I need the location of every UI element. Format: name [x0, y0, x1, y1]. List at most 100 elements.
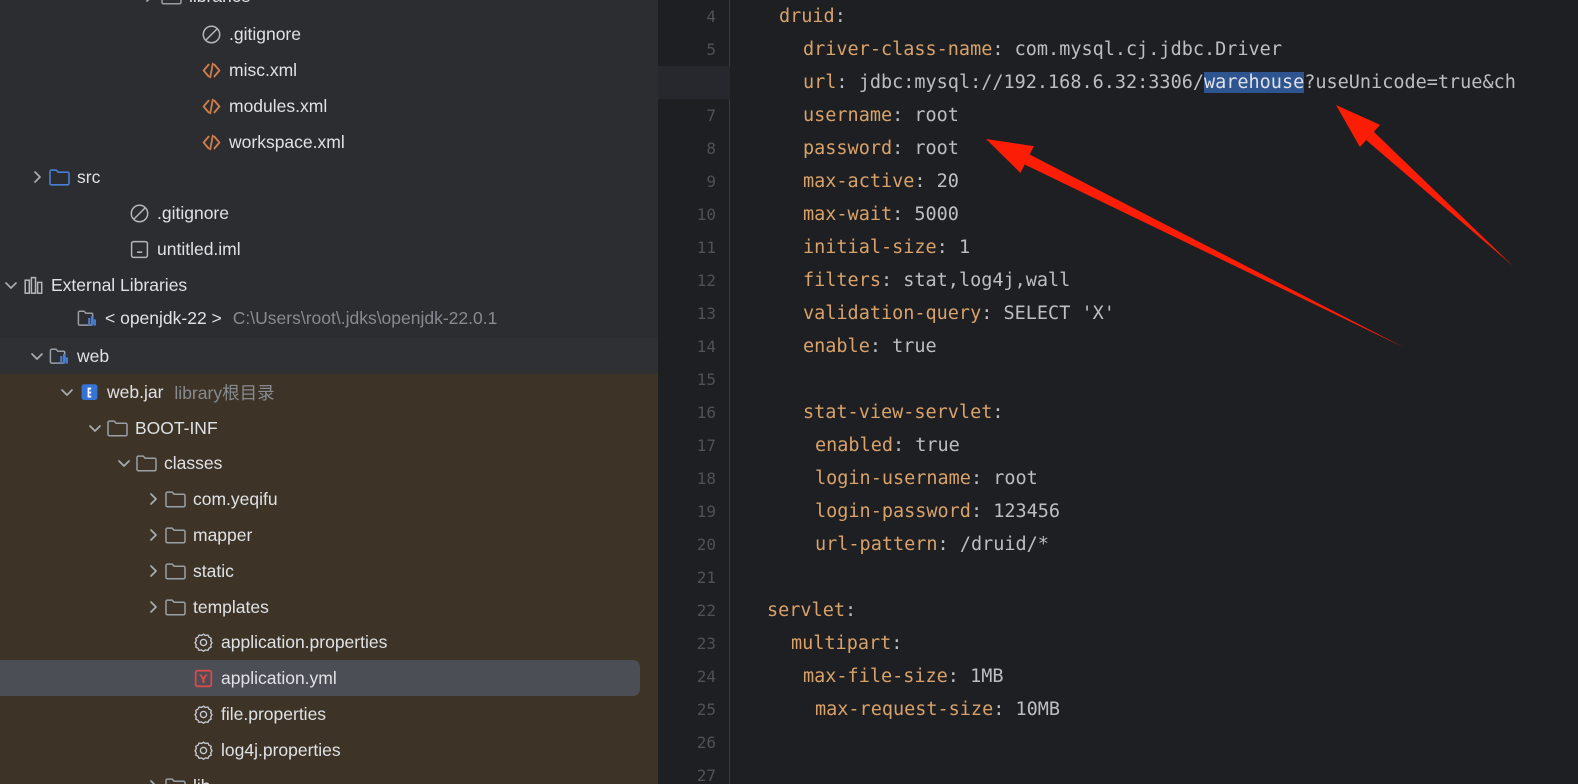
yaml-separator: : [937, 534, 960, 555]
code-line[interactable]: validation-query: SELECT 'X' [730, 297, 1578, 330]
xml-file-icon [200, 131, 223, 154]
tree-item-gitignore[interactable]: .gitignore [0, 16, 658, 52]
line-number: 19 [696, 502, 716, 521]
tree-item-sublabel: C:\Users\root\.jdks\openjdk-22.0.1 [232, 307, 498, 328]
code-line[interactable]: stat-view-servlet: [730, 396, 1578, 429]
tree-item-label: misc.xml [229, 59, 298, 80]
code-line[interactable]: username: root [730, 99, 1578, 132]
yaml-key: url [803, 72, 837, 93]
chevron-down-icon[interactable] [84, 417, 106, 439]
code-line[interactable]: max-active: 20 [730, 165, 1578, 198]
chevron-right-icon[interactable] [142, 596, 164, 618]
tree-item-untitled-iml[interactable]: untitled.iml [0, 231, 658, 267]
chevron-right-icon[interactable] [26, 166, 48, 188]
tree-item-boot-inf[interactable]: BOOT-INF [0, 410, 658, 446]
line-number: 5 [706, 40, 716, 59]
text-selection[interactable]: warehouse [1203, 72, 1305, 93]
yaml-value: /druid/* [959, 534, 1049, 555]
yaml-key: max-file-size [803, 666, 948, 687]
tree-item-modules-xml[interactable]: modules.xml [0, 88, 658, 124]
external-libraries-icon [22, 274, 45, 297]
tree-item-external-libraries[interactable]: External Libraries [0, 267, 658, 303]
tree-item-misc-xml[interactable]: misc.xml [0, 52, 658, 88]
tree-item-file-properties[interactable]: file.properties [0, 696, 658, 732]
code-line[interactable]: servlet: [730, 594, 1578, 627]
tree-item-log4j-properties[interactable]: log4j.properties [0, 732, 658, 768]
tree-item-src[interactable]: src [0, 159, 658, 195]
code-line[interactable] [730, 363, 1578, 396]
code-line[interactable]: druid: [730, 0, 1578, 33]
tree-item-label: web.jar [107, 381, 164, 402]
yaml-value: true [892, 336, 937, 357]
code-editor[interactable]: druid: driver-class-name: com.mysql.cj.jd… [730, 0, 1578, 784]
tree-item-web[interactable]: web [0, 338, 658, 374]
tree-item-com-yeqifu[interactable]: com.yeqifu [0, 481, 658, 517]
editor-gutter[interactable]: 4567891011121314151617181920212223242526… [658, 0, 730, 784]
module-file-icon [128, 238, 151, 261]
tree-item-label: mapper [193, 524, 253, 545]
tree-item-workspace-xml[interactable]: workspace.xml [0, 124, 658, 160]
code-line[interactable]: initial-size: 1 [730, 231, 1578, 264]
code-line[interactable]: max-request-size: 10MB [730, 693, 1578, 726]
tree-item-openjdk-22[interactable]: < openjdk-22 > C:\Users\root\.jdks\openjd… [0, 300, 658, 336]
tree-item-application-properties[interactable]: application.properties [0, 624, 658, 660]
folder-source-icon [48, 166, 71, 189]
chevron-right-icon[interactable] [138, 0, 160, 7]
code-line[interactable]: max-file-size: 1MB [730, 660, 1578, 693]
code-line[interactable]: password: root [730, 132, 1578, 165]
chevron-right-icon[interactable] [142, 488, 164, 510]
tree-item-lib[interactable]: lib [0, 768, 658, 784]
tree-item-templates[interactable]: templates [0, 589, 658, 625]
tree-item-application-yml[interactable]: Yapplication.yml [0, 660, 658, 696]
code-line[interactable]: max-wait: 5000 [730, 198, 1578, 231]
tree-item-gitignore[interactable]: .gitignore [0, 195, 658, 231]
code-line[interactable]: filters: stat,log4j,wall [730, 264, 1578, 297]
tree-item-mapper[interactable]: mapper [0, 517, 658, 553]
code-line[interactable]: url-pattern: /druid/* [730, 528, 1578, 561]
code-line[interactable]: url: jdbc:mysql://192.168.6.32:3306/ware… [730, 66, 1578, 99]
tree-item-static[interactable]: static [0, 553, 658, 589]
yaml-key: url-pattern [815, 534, 938, 555]
yaml-separator: : [892, 204, 915, 225]
yaml-file-icon: Y [192, 667, 215, 690]
chevron-down-icon[interactable] [26, 345, 48, 367]
chevron-right-icon[interactable] [142, 560, 164, 582]
code-line[interactable] [730, 726, 1578, 759]
tree-item-web-jar[interactable]: web.jar library根目录 [0, 374, 658, 410]
project-tree[interactable]: libraries .gitignore misc.xml modules.xml wo… [0, 0, 658, 784]
properties-file-icon [192, 739, 215, 762]
line-number: 17 [696, 436, 716, 455]
tree-item-libraries[interactable]: libraries [0, 0, 658, 14]
code-line[interactable] [730, 759, 1578, 784]
yaml-key: enabled [815, 435, 893, 456]
chevron-down-icon[interactable] [0, 274, 22, 296]
yaml-value: root [993, 468, 1038, 489]
tree-item-label: .gitignore [157, 202, 229, 223]
tree-item-label: BOOT-INF [135, 417, 218, 438]
yaml-key: driver-class-name [803, 39, 993, 60]
tree-item-label: libraries [189, 0, 250, 7]
chevron-down-icon[interactable] [113, 452, 135, 474]
code-line[interactable]: login-username: root [730, 462, 1578, 495]
tree-item-classes[interactable]: classes [0, 445, 658, 481]
code-line[interactable]: enable: true [730, 330, 1578, 363]
yaml-value: SELECT 'X' [1003, 303, 1115, 324]
yaml-value: 5000 [914, 204, 959, 225]
code-line[interactable]: enabled: true [730, 429, 1578, 462]
line-number: 8 [706, 139, 716, 158]
code-line[interactable]: driver-class-name: com.mysql.cj.jdbc.Dri… [730, 33, 1578, 66]
line-number: 7 [706, 106, 716, 125]
yaml-separator: : [836, 72, 859, 93]
code-line[interactable]: login-password: 123456 [730, 495, 1578, 528]
code-line[interactable]: multipart: [730, 627, 1578, 660]
chevron-right-icon[interactable] [142, 524, 164, 546]
chevron-right-icon[interactable] [142, 775, 164, 784]
yaml-value: com.mysql.cj.jdbc.Driver [1014, 39, 1282, 60]
yaml-key: druid [779, 6, 835, 27]
code-line[interactable] [730, 561, 1578, 594]
chevron-down-icon[interactable] [56, 381, 78, 403]
